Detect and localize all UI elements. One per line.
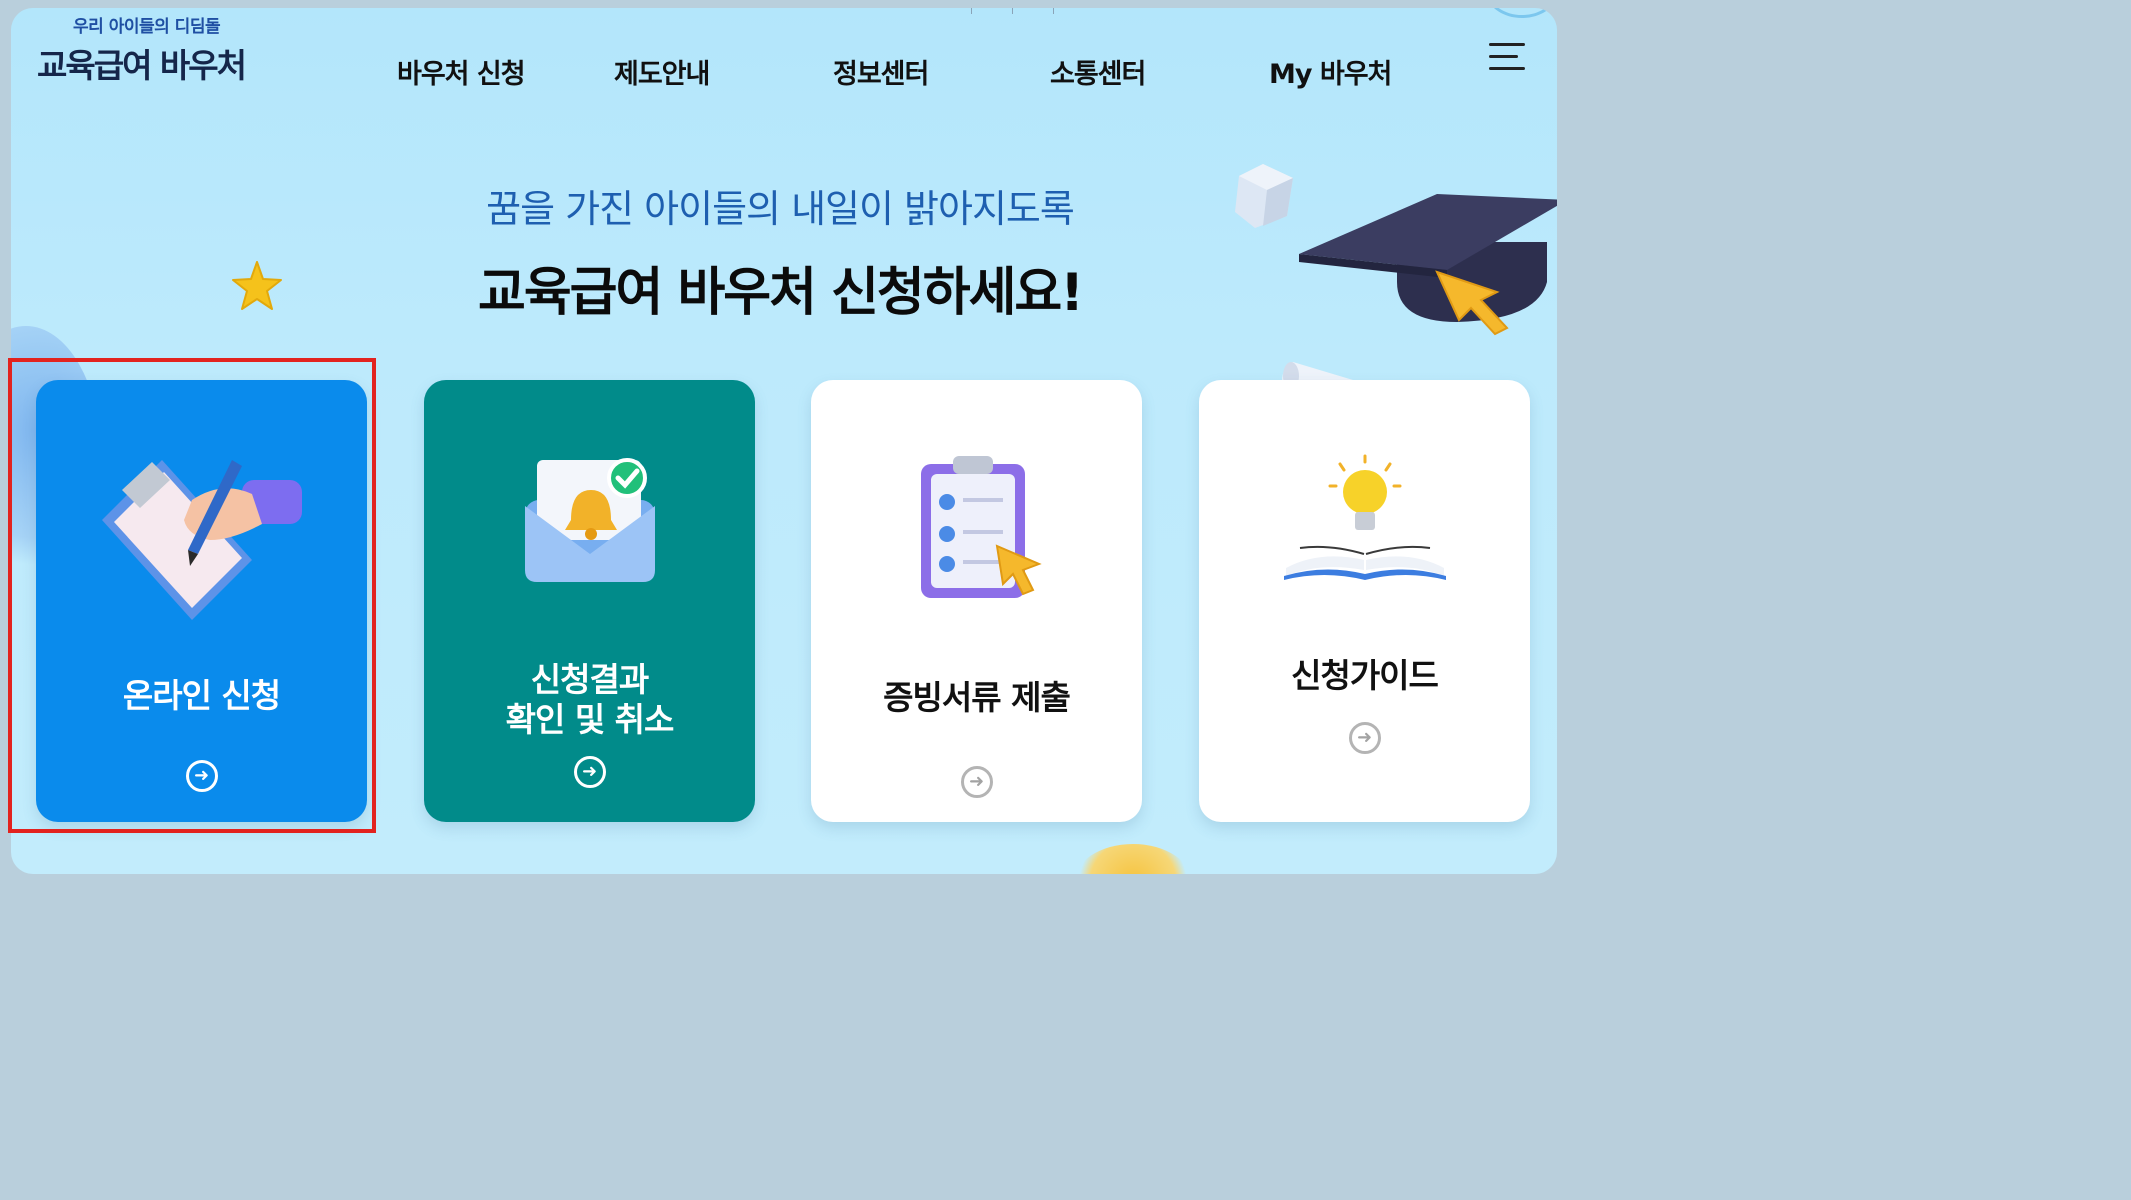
nav-item-voucher-apply[interactable]: 바우처 신청 — [397, 52, 526, 91]
mail-bell-check-icon — [524, 458, 655, 582]
page-frame: 우리 아이들의 디딤돌 교육급여 바우처 바우처 신청 제도안내 정보센터 소통… — [11, 8, 1557, 874]
decor-ball-bottom — [1073, 844, 1193, 874]
card-label: 온라인 신청 — [122, 676, 281, 715]
arrow-right-icon[interactable]: ➜ — [960, 766, 993, 798]
card-label-line2: 확인 및 취소 — [505, 700, 675, 739]
card-label: 신청결과 — [530, 660, 649, 699]
checklist-clipboard-icon — [920, 456, 1042, 598]
top-utility-strip — [971, 8, 1557, 14]
star-icon — [232, 261, 282, 310]
nav-item-my-voucher[interactable]: My 바우처 — [1269, 52, 1392, 91]
hamburger-menu-icon[interactable] — [1489, 43, 1525, 73]
arrow-right-icon[interactable]: ➜ — [1348, 722, 1381, 754]
main-nav: 바우처 신청 제도안내 정보센터 소통센터 My 바우처 — [11, 52, 1557, 91]
card-online-apply[interactable]: 온라인 신청 ➜ — [36, 380, 367, 822]
arrow-right-icon[interactable]: ➜ — [573, 756, 606, 788]
arrow-right-icon[interactable]: ➜ — [185, 760, 218, 792]
card-apply-guide[interactable]: 신청가이드 ➜ — [1199, 380, 1530, 822]
card-submit-documents[interactable]: 증빙서류 제출 ➜ — [811, 380, 1142, 822]
nav-item-communication-center[interactable]: 소통센터 — [1050, 52, 1146, 91]
card-label: 증빙서류 제출 — [883, 678, 1071, 717]
lightbulb-book-icon — [1283, 454, 1446, 580]
cube-icon — [1235, 164, 1293, 228]
graduation-cap-icon — [1299, 194, 1557, 336]
nav-item-system-guide[interactable]: 제도안내 — [614, 52, 710, 91]
logo-subtitle: 우리 아이들의 디딤돌 — [73, 17, 221, 37]
card-result-check-cancel[interactable]: 신청결과 확인 및 취소 ➜ — [424, 380, 755, 822]
card-label: 신청가이드 — [1291, 656, 1439, 695]
clipboard-writing-icon — [101, 460, 302, 620]
nav-item-info-center[interactable]: 정보센터 — [833, 52, 929, 91]
